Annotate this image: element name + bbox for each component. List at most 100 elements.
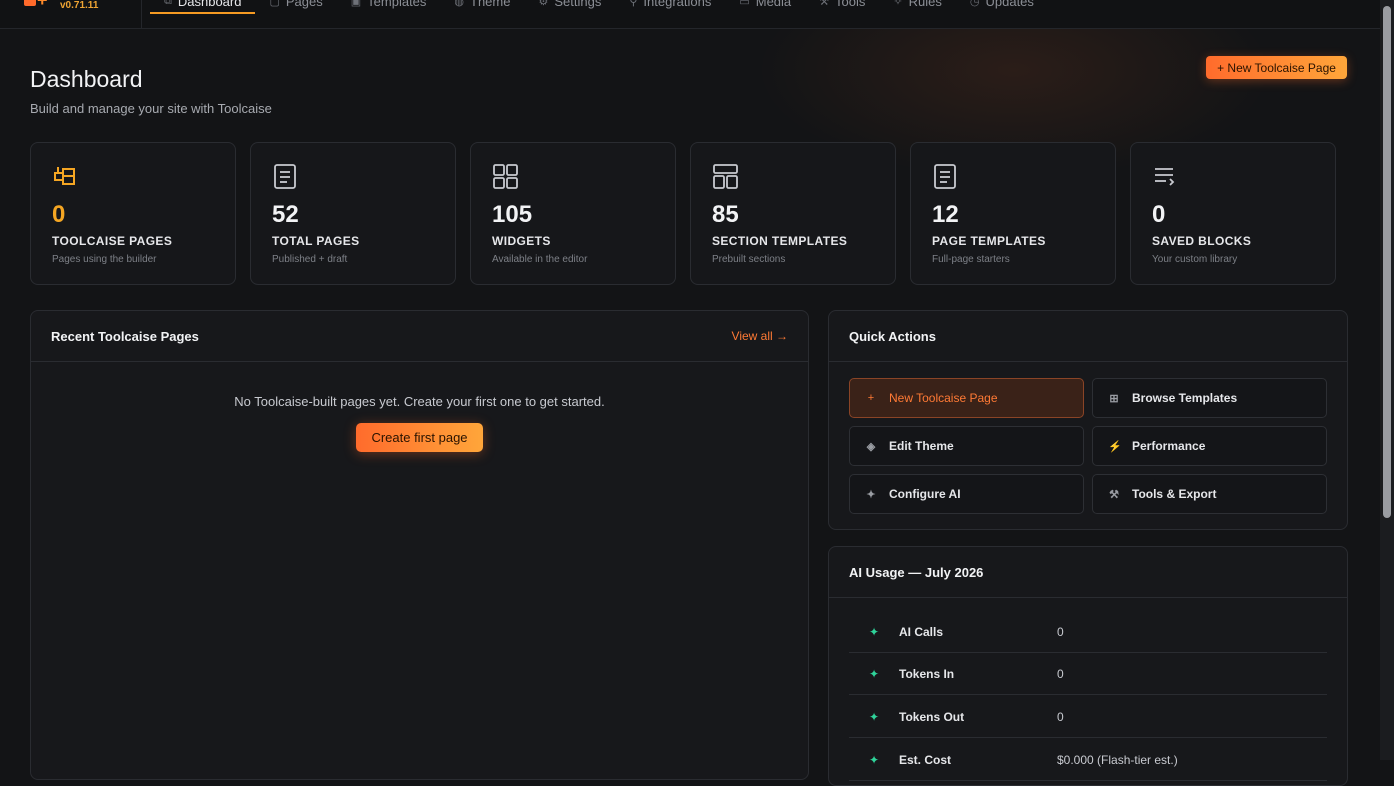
usage-value: 0	[1057, 624, 1064, 639]
stat-value: 85	[712, 201, 739, 228]
nav-tab-integrations[interactable]: ⚲ Integrations	[615, 0, 725, 12]
toolcaise-pages-icon	[54, 167, 75, 185]
nav-label: Theme	[470, 0, 511, 9]
page-title: Dashboard	[30, 66, 143, 92]
nav-tab-pages[interactable]: ▢ Pages	[255, 0, 336, 12]
sparkle-icon: ✦	[868, 666, 880, 681]
stat-description: Available in the editor	[492, 254, 588, 265]
stat-value: 0	[1152, 201, 1166, 228]
stat-value: 12	[932, 201, 959, 228]
nav-label: Updates	[985, 0, 1034, 9]
panel-title: Quick Actions	[849, 328, 936, 344]
quick-configure-ai-button[interactable]: ✦ Configure AI	[849, 474, 1084, 514]
ai-usage-panel: AI Usage — July 2026 ✦ AI Calls 0 ✦ Toke…	[828, 546, 1348, 786]
create-first-page-button[interactable]: Create first page	[356, 423, 483, 452]
nav-label: Integrations	[643, 0, 712, 9]
stat-card-widgets: 105 WIDGETS Available in the editor	[470, 142, 676, 285]
page-subtitle: Build and manage your site with Toolcais…	[30, 101, 272, 116]
vertical-scrollbar[interactable]	[1380, 0, 1394, 760]
stat-description: Your custom library	[1152, 254, 1238, 265]
nav-tab-rules[interactable]: ✧ Rules	[879, 0, 955, 12]
quick-actions-grid: + New Toolcaise Page ⊞ Browse Templates ◈ E…	[849, 378, 1327, 514]
rules-icon: ✧	[893, 0, 903, 8]
grid-icon: ⊞	[1109, 392, 1119, 405]
stat-description: Full-page starters	[932, 254, 1010, 265]
quick-action-label: New Toolcaise Page	[889, 391, 998, 405]
stat-label: PAGE TEMPLATES	[932, 234, 1046, 248]
usage-label: AI Calls	[899, 624, 944, 639]
updates-icon: ◷	[969, 0, 980, 8]
templates-icon: ▣	[350, 0, 362, 8]
nav-tab-tools[interactable]: ⚒ Tools	[805, 0, 879, 12]
quick-tools-export-button[interactable]: ⚒ Tools & Export	[1092, 474, 1327, 514]
usage-value: 0	[1057, 666, 1064, 681]
view-all-link[interactable]: View all →	[732, 329, 788, 343]
stat-card-page-templates: 12 PAGE TEMPLATES Full-page starters	[910, 142, 1116, 285]
quick-action-label: Edit Theme	[889, 439, 954, 453]
settings-icon: ⚙	[538, 0, 549, 8]
quick-actions-panel: Quick Actions + New Toolcaise Page ⊞ Brows…	[828, 310, 1348, 530]
tools-icon: ⚒	[819, 0, 830, 8]
grid-icon	[493, 164, 518, 189]
nav-label: Templates	[367, 0, 427, 9]
toolcaise-logo[interactable]: +	[24, 0, 50, 12]
usage-row-ai-calls: ✦ AI Calls 0	[849, 611, 1327, 653]
usage-value: 0	[1057, 709, 1064, 724]
stat-label: TOOLCAISE PAGES	[52, 234, 173, 248]
nav-label: Tools	[835, 0, 866, 9]
stat-label: WIDGETS	[492, 234, 551, 248]
stat-description: Pages using the builder	[52, 254, 157, 265]
panel-title: Recent Toolcaise Pages	[51, 328, 199, 344]
dashboard-icon: ⧉	[164, 0, 172, 7]
stat-card-toolcaise-pages: 0 TOOLCAISE PAGES Pages using the builde…	[30, 142, 236, 285]
lightning-icon: ⚡	[1108, 440, 1122, 453]
quick-browse-templates-button[interactable]: ⊞ Browse Templates	[1092, 378, 1327, 418]
nav-tab-theme[interactable]: ◍ Theme	[440, 0, 524, 12]
panel-title: AI Usage — July 2026	[849, 564, 984, 580]
usage-row-tokens-in: ✦ Tokens In 0	[849, 653, 1327, 695]
new-toolcaise-page-button[interactable]: + New Toolcaise Page	[1206, 56, 1347, 79]
nav-label: Settings	[554, 0, 602, 9]
plus-icon: +	[867, 392, 875, 404]
nav-tab-settings[interactable]: ⚙ Settings	[524, 0, 615, 12]
quick-edit-theme-button[interactable]: ◈ Edit Theme	[849, 426, 1084, 466]
quick-action-label: Browse Templates	[1132, 391, 1238, 405]
quick-actions-header: Quick Actions	[829, 311, 1347, 362]
theme-icon: ◈	[866, 440, 876, 453]
stat-label: SAVED BLOCKS	[1152, 234, 1252, 248]
recent-pages-panel: Recent Toolcaise Pages View all → No Too…	[30, 310, 809, 780]
list-icon	[1155, 168, 1175, 186]
nav-tab-media[interactable]: ▭ Media	[725, 0, 805, 12]
usage-row-est-cost: ✦ Est. Cost $0.000 (Flash-tier est.)	[849, 739, 1327, 781]
quick-action-label: Tools & Export	[1132, 487, 1217, 501]
version-label: v0.71.11	[60, 0, 99, 11]
scrollbar-thumb[interactable]	[1383, 6, 1391, 518]
stat-card-saved-blocks: 0 SAVED BLOCKS Your custom library	[1130, 142, 1336, 285]
quick-new-page-button[interactable]: + New Toolcaise Page	[849, 378, 1084, 418]
theme-icon: ◍	[454, 0, 465, 8]
usage-row-tokens-out: ✦ Tokens Out 0	[849, 696, 1327, 738]
stat-label: SECTION TEMPLATES	[712, 234, 848, 248]
stat-label: TOTAL PAGES	[272, 234, 360, 248]
sparkle-icon: ✦	[866, 488, 876, 501]
sparkle-icon: ✦	[868, 624, 880, 639]
ai-usage-header: AI Usage — July 2026	[829, 547, 1347, 598]
stats-row: 0 TOOLCAISE PAGES Pages using the builde…	[30, 142, 1336, 285]
empty-state-text: No Toolcaise-built pages yet. Create you…	[234, 394, 605, 409]
nav-tab-dashboard[interactable]: ⧉ Dashboard	[150, 0, 256, 14]
stat-value: 105	[492, 201, 533, 228]
nav-tab-updates[interactable]: ◷ Updates	[956, 0, 1048, 12]
nav-label: Dashboard	[177, 0, 242, 9]
document-icon	[934, 164, 956, 189]
stat-card-total-pages: 52 TOTAL PAGES Published + draft	[250, 142, 456, 285]
pages-icon: ▢	[269, 0, 280, 8]
stat-value: 0	[52, 201, 66, 228]
usage-label: Tokens Out	[899, 709, 965, 724]
main-nav: ⧉ Dashboard ▢ Pages ▣ Templates ◍ Theme ⚙ Set…	[150, 0, 1048, 28]
recent-pages-header: Recent Toolcaise Pages View all →	[31, 311, 808, 362]
quick-performance-button[interactable]: ⚡ Performance	[1092, 426, 1327, 466]
stat-value: 52	[272, 201, 299, 228]
quick-action-label: Performance	[1132, 439, 1206, 453]
nav-tab-templates[interactable]: ▣ Templates	[337, 0, 441, 12]
document-icon	[274, 164, 296, 189]
